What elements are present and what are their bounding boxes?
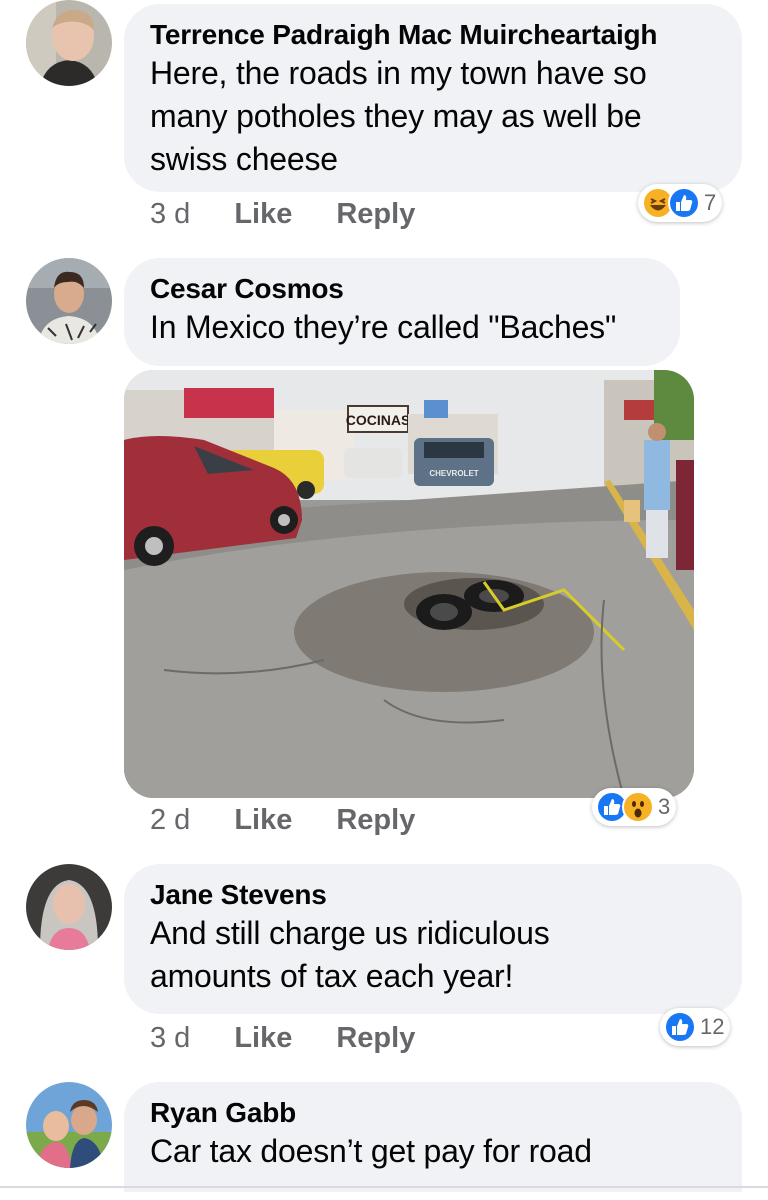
comment-bubble: Ryan Gabb Car tax doesn’t get pay for ro… — [124, 1082, 742, 1192]
comment-author[interactable]: Jane Stevens — [150, 878, 716, 912]
reply-button[interactable]: Reply — [336, 804, 415, 837]
comment-text-line: Here, the roads in my town have so — [150, 55, 647, 91]
comment-bubble: Jane Stevens And still charge us ridicul… — [124, 864, 742, 1014]
attached-photo[interactable]: COCINAS CHEVROLET — [124, 370, 694, 798]
like-button[interactable]: Like — [234, 1022, 292, 1055]
reaction-count: 3 — [658, 794, 671, 819]
comment-bubble: Cesar Cosmos In Mexico they’re called "B… — [124, 258, 680, 366]
avatar[interactable] — [26, 1082, 112, 1168]
reaction-summary[interactable]: 7 — [638, 184, 723, 222]
comment-actions: 3 d Like Reply — [150, 194, 415, 234]
avatar[interactable] — [26, 0, 112, 86]
comment-bubble: Terrence Padraigh Mac Muircheartaigh Her… — [124, 4, 742, 192]
comment-text-line: many potholes they may as well be — [150, 98, 642, 134]
avatar[interactable] — [26, 258, 112, 344]
reaction-count: 7 — [704, 190, 717, 215]
reply-button[interactable]: Reply — [336, 198, 415, 231]
comment-timestamp[interactable]: 3 d — [150, 1022, 190, 1055]
bottom-divider — [0, 1186, 768, 1188]
wow-reaction-icon — [622, 791, 654, 823]
comment-text-line: And still charge us ridiculous — [150, 915, 550, 951]
sign-cocinas: COCINAS — [346, 412, 411, 428]
reaction-summary[interactable]: 3 — [592, 788, 677, 826]
comment-author[interactable]: Cesar Cosmos — [150, 272, 654, 306]
reaction-count: 12 — [700, 1014, 725, 1039]
comment-text-line: amounts of tax each year! — [150, 958, 514, 994]
like-reaction-icon — [664, 1011, 696, 1043]
comment-text-line: In Mexico they’re called "Baches" — [150, 309, 617, 345]
like-button[interactable]: Like — [234, 804, 292, 837]
comment-text-line: swiss cheese — [150, 141, 338, 177]
sign-chevrolet: CHEVROLET — [429, 469, 478, 478]
comment-timestamp[interactable]: 2 d — [150, 804, 190, 837]
comment-timestamp[interactable]: 3 d — [150, 198, 190, 231]
avatar[interactable] — [26, 864, 112, 950]
comment-actions: 2 d Like Reply — [150, 800, 415, 840]
comment-actions: 3 d Like Reply — [150, 1018, 415, 1058]
comment-text-line: Car tax doesn’t get pay for road — [150, 1133, 592, 1169]
reply-button[interactable]: Reply — [336, 1022, 415, 1055]
like-button[interactable]: Like — [234, 198, 292, 231]
like-reaction-icon — [668, 187, 700, 219]
comment-author[interactable]: Ryan Gabb — [150, 1096, 716, 1130]
comment-author[interactable]: Terrence Padraigh Mac Muircheartaigh — [150, 18, 716, 52]
reaction-summary[interactable]: 12 — [660, 1008, 731, 1046]
